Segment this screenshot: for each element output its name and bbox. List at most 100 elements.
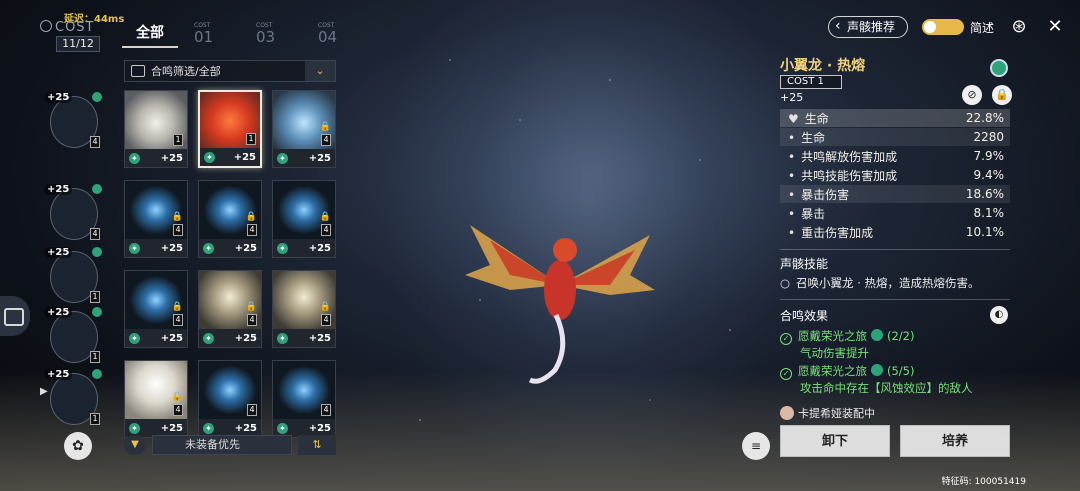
echo-card[interactable]: 4 ✦ +25 (198, 360, 262, 438)
cost-tabs: 全部 COST 01 COST 03 COST 04 (122, 20, 364, 48)
slot-level: +25 (44, 247, 73, 258)
sonata-filter[interactable]: 合鸣筛选/全部 ⌄ (124, 60, 336, 82)
cost-badge: 4 (321, 404, 331, 416)
tab-cost-4[interactable]: COST 04 (308, 20, 364, 48)
card-footer: ✦ +25 (125, 239, 187, 257)
sonata-set-5: ✓ 愿戴荣光之旅 (5/5) (780, 363, 914, 380)
cost-count: 11/12 (56, 36, 100, 52)
sonata-title: 合鸣效果 (780, 309, 829, 323)
stat-main-hp-percent: 生命 22.8% (780, 109, 1010, 127)
side-drawer-tab[interactable] (0, 296, 30, 336)
echo-name: 小翼龙 · 热熔 (780, 58, 866, 74)
cost-badge: 4 (173, 404, 183, 416)
level-label: +25 (308, 332, 331, 344)
set-name: 愿戴荣光之旅 (798, 329, 867, 343)
stat-value: 7.9% (973, 149, 1005, 163)
preset-icon[interactable]: ✿ (64, 432, 92, 460)
slot-pointer-icon: ▶ (40, 386, 48, 397)
set-icon: ✦ (203, 332, 214, 344)
echo-card[interactable]: 🔒 4 ✦ +25 (272, 90, 336, 168)
set-icon: ✦ (277, 332, 288, 344)
echo-cost-tag: COST 1 (780, 75, 842, 89)
tab-cost-3[interactable]: COST 03 (246, 20, 302, 48)
echo-card[interactable]: 🔒 4 ✦ +25 (124, 180, 188, 258)
equipped-slot[interactable]: +25 4 (44, 92, 104, 152)
cost-badge: 4 (321, 314, 331, 326)
chevron-down-icon[interactable]: ⌄ (305, 61, 335, 81)
stat-value: 10.1% (965, 225, 1004, 239)
cost-badge: 4 (247, 224, 257, 236)
stat-label: 生命 (788, 129, 825, 146)
echo-card[interactable]: 🔒 4 ✦ +25 (198, 180, 262, 258)
echo-card[interactable]: 4 ✦ +25 (272, 360, 336, 438)
sort-direction-button[interactable]: ⇅ (298, 435, 336, 455)
list-icon[interactable]: ≡ (742, 432, 770, 460)
set-count: (5/5) (887, 364, 915, 378)
echo-card[interactable]: 🔒 4 ✦ +25 (198, 270, 262, 348)
echo-card[interactable]: 🔒 4 ✦ +25 (272, 180, 336, 258)
cost-badge: 1 (173, 134, 183, 146)
lock-icon[interactable]: 🔒 (992, 85, 1012, 105)
equipped-slot[interactable]: +25 1 (44, 369, 104, 429)
card-footer: ✦ +25 (200, 148, 260, 166)
equipped-slot[interactable]: +25 1 (44, 247, 104, 307)
echo-detail-panel: 小翼龙 · 热熔 COST 1 +25 ⊘ 🔒 生命 22.8% 生命 2280 共… (780, 55, 1012, 420)
description-toggle[interactable] (921, 19, 964, 35)
card-footer: ✦ +25 (273, 239, 335, 257)
slot-cost: 1 (90, 351, 100, 363)
echo-flag-buttons: ⊘ 🔒 (962, 85, 1012, 105)
stat-value: 8.1% (973, 206, 1005, 220)
cost-badge: 4 (247, 404, 257, 416)
stat-main-hp-flat: 生命 2280 (780, 128, 1010, 146)
equipped-slot[interactable]: +25 1 (44, 307, 104, 367)
equipped-slot[interactable]: +25 4 (44, 184, 104, 244)
echo-grid: 1 ✦ +25 1 ✦ +25 🔒 4 ✦ +25 🔒 4 ✦ +25 🔒 4 ✦ +25 🔒 4 ✦ +25 🔒 4 ✦ +25… (124, 90, 336, 438)
echo-card[interactable]: 🔒 4 ✦ +25 (272, 270, 336, 348)
aero-set-icon (871, 329, 883, 341)
slot-cost: 4 (90, 228, 100, 240)
equipped-label: 卡提希娅装配中 (798, 407, 875, 420)
lock-icon: 🔒 (245, 302, 257, 312)
echo-card[interactable]: 1 ✦ +25 (124, 90, 188, 168)
close-icon[interactable]: ✕ (1044, 16, 1066, 38)
sort-select[interactable]: 未装备优先 (152, 435, 292, 455)
set-icon: ✦ (203, 422, 214, 434)
echo-recommend-button[interactable]: 声骸推荐 (827, 16, 908, 38)
stat-label: 暴击 (788, 205, 825, 222)
slot-element-icon (92, 184, 102, 194)
upgrade-button[interactable]: 培养 (900, 425, 1010, 457)
sonata-info-icon[interactable]: ◐ (990, 306, 1008, 324)
slot-cost: 1 (90, 413, 100, 425)
set-icon: ✦ (203, 242, 214, 254)
divider (780, 249, 1010, 250)
level-label: +25 (308, 422, 331, 434)
tab-cost-num: 04 (318, 28, 338, 46)
set-icon: ✦ (129, 152, 140, 164)
echo-card[interactable]: 🔒 4 ✦ +25 (124, 270, 188, 348)
sort-filter-icon[interactable]: ▼ (124, 435, 146, 455)
tab-all[interactable]: 全部 (122, 20, 178, 48)
tab-cost-1[interactable]: COST 01 (184, 20, 240, 48)
skill-title: 声骸技能 (780, 257, 829, 271)
echo-card[interactable]: 1 ✦ +25 (198, 90, 262, 168)
echo-level: +25 (780, 91, 804, 104)
level-label: +25 (234, 332, 257, 344)
filter-icon (131, 65, 145, 77)
compass-icon[interactable]: ⊛ (1008, 16, 1030, 38)
set-icon: ✦ (204, 151, 215, 163)
set-icon: ✦ (277, 152, 288, 164)
skill-text: 召唤小翼龙 · 热熔，造成热熔伤害。 (780, 275, 979, 291)
unequip-button[interactable]: 卸下 (780, 425, 890, 457)
cost-badge: 4 (321, 224, 331, 236)
stat-label: 重击伤害加成 (788, 224, 873, 241)
stat-list: 生命 22.8% 生命 2280 共鸣解放伤害加成 7.9% 共鸣技能伤害加成 9.4%… (780, 109, 1010, 242)
card-footer: ✦ +25 (199, 239, 261, 257)
slot-element-icon (92, 369, 102, 379)
level-label: +25 (160, 332, 183, 344)
discard-icon[interactable]: ⊘ (962, 85, 982, 105)
level-label: +25 (308, 242, 331, 254)
cost-badge: 4 (173, 314, 183, 326)
echo-card[interactable]: 🔒 4 ✦ +25 (124, 360, 188, 438)
slot-cost: 4 (90, 136, 100, 148)
slot-element-icon (92, 307, 102, 317)
